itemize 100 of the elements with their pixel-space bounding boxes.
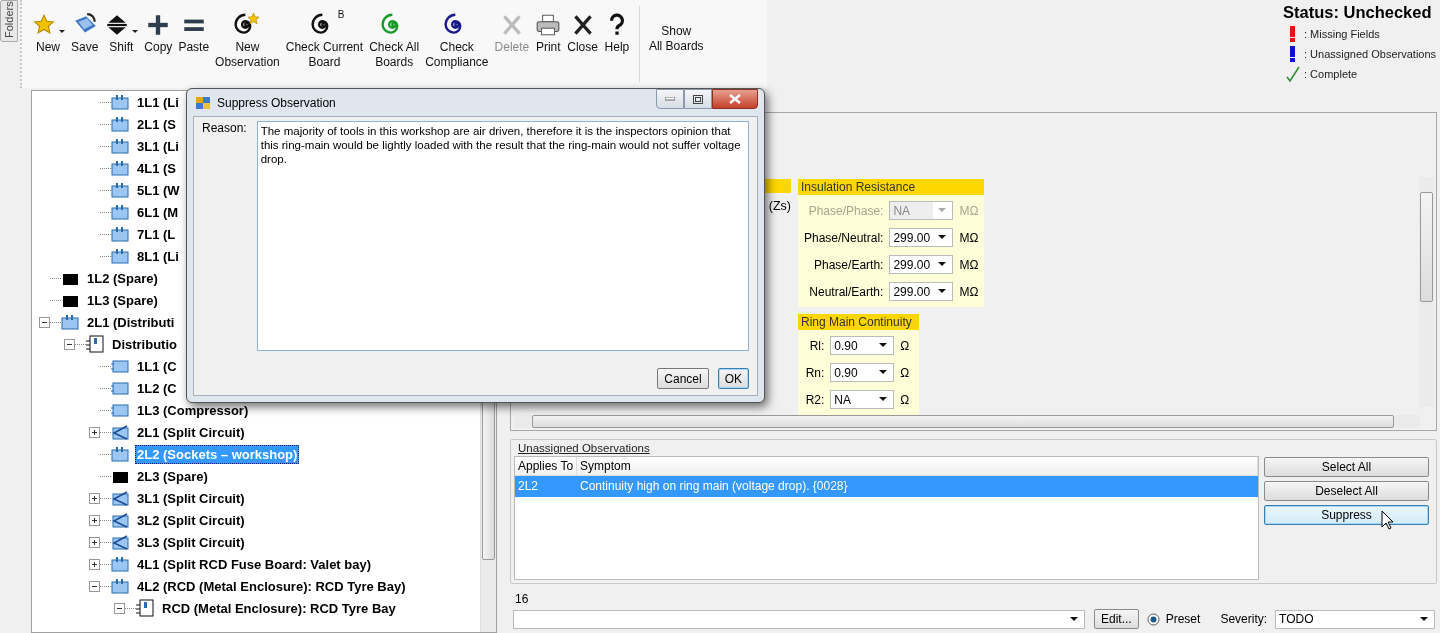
tree-item[interactable]: 7L1 (L — [135, 224, 178, 244]
edit-button[interactable]: Edit... — [1094, 609, 1139, 629]
tree-item[interactable]: RCD (Metal Enclosure): RCD Tyre Bay — [160, 598, 398, 618]
tree-item[interactable]: 5L1 (W — [135, 180, 182, 200]
dropdown-field[interactable]: 0.90 — [830, 363, 895, 382]
window-icon — [195, 94, 211, 111]
column-header[interactable]: Symptom — [577, 457, 1258, 476]
tree-item[interactable]: 4L1 (S — [135, 158, 178, 178]
caret-icon — [938, 208, 947, 213]
dropdown-field[interactable] — [513, 609, 1085, 629]
toolbar-button[interactable]: Help — [602, 0, 631, 88]
dialog-button[interactable]: OK — [717, 368, 749, 389]
board-icon — [111, 578, 129, 594]
caret-icon — [879, 370, 888, 375]
dropdown-field[interactable]: 0.90 — [830, 336, 895, 355]
tree-item[interactable]: 3L3 (Split Circuit) — [135, 532, 247, 552]
group-header: Ring Main Continuity — [798, 314, 919, 330]
maximize-button[interactable] — [684, 89, 712, 109]
board-icon — [111, 248, 129, 264]
tree-item[interactable]: 4L2 (RCD (Metal Enclosure): RCD Tyre Bay) — [135, 576, 408, 596]
action-button[interactable]: Suppress — [1264, 505, 1429, 525]
caret-icon — [938, 235, 947, 240]
tree-item[interactable]: 2L1 (S — [135, 114, 178, 134]
toolbar-button[interactable]: Print — [534, 0, 563, 88]
tree-item[interactable]: 3L1 (Split Circuit) — [135, 488, 247, 508]
caret-icon[interactable] — [132, 30, 139, 34]
number-label: 16 — [515, 592, 529, 606]
toolbar-button[interactable]: Save — [70, 0, 100, 88]
close-button[interactable] — [712, 89, 758, 109]
scrollbar[interactable] — [514, 415, 1420, 428]
column-header[interactable]: Applies To — [515, 457, 577, 476]
expand-toggle-icon[interactable] — [89, 558, 100, 570]
toolbar-button[interactable]: Close — [566, 0, 599, 88]
tree-item[interactable]: 1L2 (C — [135, 378, 179, 398]
group-title: Unassigned Observations — [518, 442, 651, 456]
toolbar-button[interactable]: Copy — [143, 0, 174, 88]
circuit-icon — [111, 402, 129, 418]
collapse-toggle-icon[interactable] — [39, 316, 50, 328]
tree-item[interactable]: 3L1 (Li — [135, 136, 181, 156]
board-icon — [111, 116, 129, 132]
field-label: Reason: — [202, 121, 247, 137]
field-label: Rl: — [808, 338, 825, 353]
collapse-toggle-icon[interactable] — [89, 580, 100, 592]
dropdown-field[interactable]: 299.00 — [889, 228, 954, 247]
board-icon — [111, 226, 129, 242]
toolbar-button[interactable]: Paste — [177, 0, 211, 88]
dialog-button[interactable]: Cancel — [657, 368, 709, 389]
tree-item[interactable]: 1L1 (C — [135, 356, 179, 376]
toolbar-button[interactable]: Check Compliance — [424, 0, 490, 88]
unit-label: Ω — [900, 338, 911, 353]
tree-item[interactable]: 1L3 (Spare) — [85, 290, 160, 310]
tree-item[interactable]: 2L1 (Distributi — [85, 312, 177, 332]
legend-label: : Missing Fields — [1304, 28, 1380, 40]
tree-item[interactable]: 4L1 (Split RCD Fuse Board: Valet bay) — [135, 554, 374, 574]
legend-label: : Complete — [1304, 68, 1358, 80]
radio-button[interactable] — [1146, 612, 1160, 626]
expand-toggle-icon[interactable] — [89, 426, 100, 438]
expand-toggle-icon[interactable] — [89, 514, 100, 526]
board-icon — [111, 160, 129, 176]
caret-icon[interactable] — [59, 30, 65, 34]
toolbar-button[interactable]: Shift — [103, 0, 140, 88]
board-icon — [61, 314, 79, 330]
tree-item[interactable]: 1L3 (Compressor) — [135, 400, 251, 420]
dropdown-field[interactable]: 299.00 — [889, 282, 954, 301]
toolbar-button[interactable]: B Check Current Board — [284, 0, 365, 88]
dialog-title: Suppress Observation — [217, 95, 337, 110]
radio-label: Preset — [1165, 612, 1201, 626]
superscript-letter: B — [337, 8, 345, 22]
collapse-toggle-icon[interactable] — [64, 338, 75, 350]
expand-toggle-icon[interactable] — [89, 536, 100, 548]
action-button[interactable]: Deselect All — [1264, 481, 1429, 501]
dropdown-field[interactable]: NA — [830, 390, 895, 409]
toolbar-button[interactable]: New Observation — [214, 0, 281, 88]
dropdown-field[interactable]: 299.00 — [889, 255, 954, 274]
toolbar-button[interactable]: Check All Boards — [368, 0, 421, 88]
toolbar-button[interactable]: Show All Boards — [647, 0, 705, 88]
scrollbar[interactable] — [1419, 177, 1434, 407]
tree-item[interactable]: 6L1 (M — [135, 202, 181, 222]
reason-field[interactable]: The majority of tools in this workshop are air driven, therefore it is the inspectors opinion that this ring-main would be lightly loaded with the result that the ring-main would not suffer voltage drop. — [256, 121, 749, 351]
expand-toggle-icon[interactable] — [89, 492, 100, 504]
dropdown-field[interactable]: TODO — [1275, 609, 1436, 629]
tree-item[interactable]: 8L1 (Li — [135, 246, 181, 266]
printer-icon — [535, 12, 562, 38]
folders-tab[interactable]: Folders — [0, 0, 18, 42]
tree-item[interactable]: 2L1 (Split Circuit) — [135, 422, 247, 442]
split-circuit-icon — [111, 534, 129, 550]
action-button[interactable]: Select All — [1264, 457, 1429, 477]
collapse-toggle-icon[interactable] — [114, 602, 125, 614]
tree-item[interactable]: 1L2 (Spare) — [85, 268, 160, 288]
toolbar-button[interactable]: New — [30, 0, 66, 88]
tree-item[interactable]: 2L3 (Spare) — [135, 466, 210, 486]
board-icon — [111, 556, 129, 572]
tree-item[interactable]: 1L1 (Li — [135, 92, 181, 112]
unit-label: MΩ — [959, 257, 979, 272]
caret-icon — [879, 343, 888, 348]
tree-item[interactable]: Distributio — [110, 334, 179, 354]
field-label: Phase/Phase: — [807, 203, 884, 218]
tree-item[interactable]: 3L2 (Split Circuit) — [135, 510, 247, 530]
board-icon — [111, 182, 129, 198]
circuit-icon — [111, 358, 129, 374]
